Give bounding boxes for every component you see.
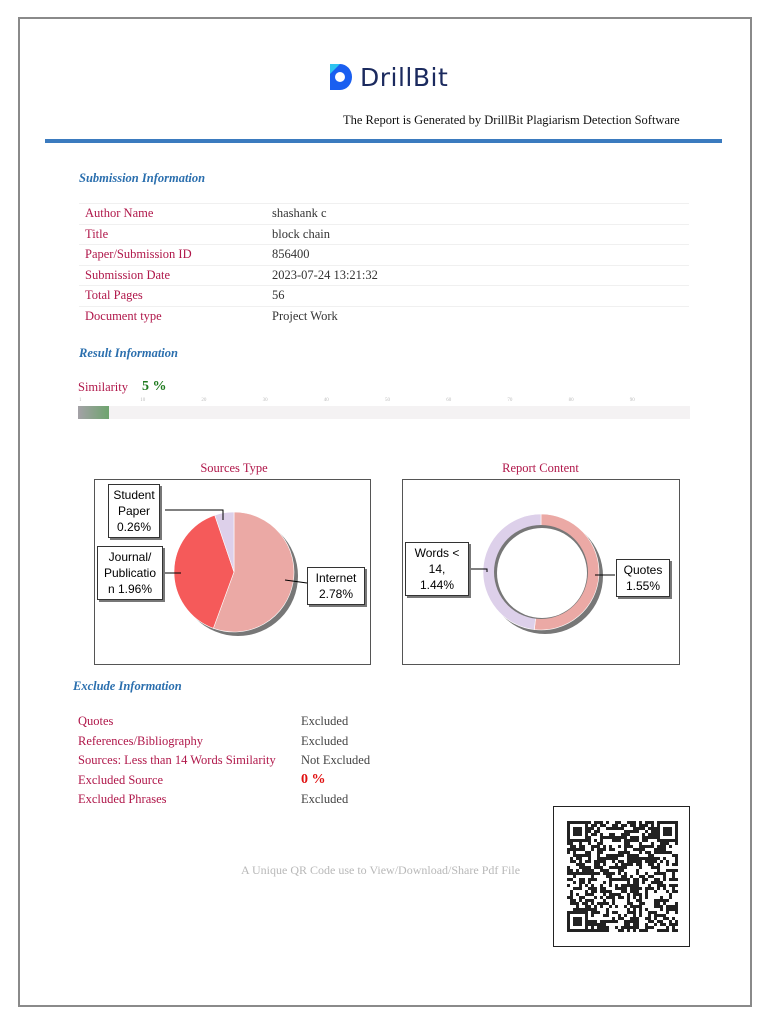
similarity-value: 5 %	[142, 379, 167, 394]
field-label: Paper/Submission ID	[79, 244, 266, 265]
exclude-label: Sources: Less than 14 Words Similarity	[78, 753, 276, 767]
label-internet: Internet 2.78%	[307, 567, 365, 605]
exclude-label: References/Bibliography	[78, 733, 203, 748]
similarity-bar	[78, 406, 690, 419]
field-value: 856400	[266, 244, 689, 265]
label-student-paper: Student Paper 0.26%	[108, 484, 160, 538]
sources-type-chart: Student Paper 0.26% Journal/Publicatio n 1.…	[94, 479, 371, 665]
submission-row: Submission Date 2023-07-24 13:21:32	[79, 264, 689, 286]
sources-type-title: Sources Type	[200, 461, 268, 475]
exclude-label: Quotes	[78, 714, 114, 728]
scale-tick: 70	[507, 398, 513, 403]
label-quotes: Quotes 1.55%	[616, 559, 670, 597]
drillbit-logo: DrillBit	[326, 62, 448, 92]
exclude-value: Excluded	[301, 733, 349, 748]
submission-row: Author Name shashank c	[79, 203, 689, 224]
field-value: shashank c	[266, 203, 689, 224]
drillbit-logo-icon	[330, 64, 352, 90]
report-content-chart: Words <14, 1.44% Quotes 1.55%	[402, 479, 680, 665]
scale-tick: 20	[201, 398, 207, 403]
exclude-heading: Exclude Information	[73, 679, 182, 693]
submission-table: Author Name shashank c Title block chain Pap…	[79, 203, 689, 326]
field-value: 56	[266, 285, 689, 306]
field-label: Submission Date	[79, 264, 266, 286]
field-value: 2023-07-24 13:21:32	[266, 264, 689, 286]
qr-code-image	[567, 821, 678, 932]
scale-tick: 40	[323, 398, 329, 403]
exclude-value: Excluded	[301, 714, 349, 728]
similarity-bar-fill	[78, 406, 109, 419]
exclude-value: 0 %	[301, 771, 326, 787]
submission-row: Total Pages 56	[79, 285, 689, 306]
submission-row: Paper/Submission ID 856400	[79, 244, 689, 265]
exclude-label: Excluded Phrases	[78, 792, 167, 806]
field-label: Title	[79, 223, 266, 245]
result-heading: Result Information	[79, 346, 178, 360]
scale-tick: 90	[629, 398, 635, 403]
field-value: block chain	[266, 223, 689, 245]
scale-tick: 30	[262, 398, 268, 403]
scale-tick: 50	[385, 398, 390, 403]
field-label: Document type	[79, 305, 266, 326]
qr-code[interactable]	[553, 806, 690, 947]
scale-tick: 10	[140, 398, 146, 403]
scale-tick: 60	[446, 398, 452, 403]
qr-caption: A Unique QR Code use to View/Download/Sh…	[241, 863, 521, 877]
scale-tick: 80	[568, 398, 574, 403]
exclude-label: Excluded Source	[78, 772, 164, 787]
field-value: Project Work	[266, 305, 689, 326]
label-words: Words <14, 1.44%	[405, 542, 469, 596]
field-label: Author Name	[79, 203, 266, 224]
scale-tick: 1	[79, 398, 82, 403]
similarity-label: Similarity	[78, 380, 128, 394]
submission-row: Document type Project Work	[79, 305, 689, 326]
exclude-value: Excluded	[301, 792, 349, 806]
report-tagline: The Report is Generated by DrillBit Plag…	[343, 113, 680, 127]
field-label: Total Pages	[79, 285, 266, 306]
exclude-value: Not Excluded	[301, 753, 371, 767]
label-journal: Journal/Publicatio n 1.96%	[97, 546, 163, 600]
brand-name: DrillBit	[360, 62, 449, 92]
report-content-title: Report Content	[502, 461, 579, 475]
header-divider	[45, 139, 722, 143]
submission-heading: Submission Information	[79, 171, 206, 185]
submission-row: Title block chain	[79, 223, 689, 245]
